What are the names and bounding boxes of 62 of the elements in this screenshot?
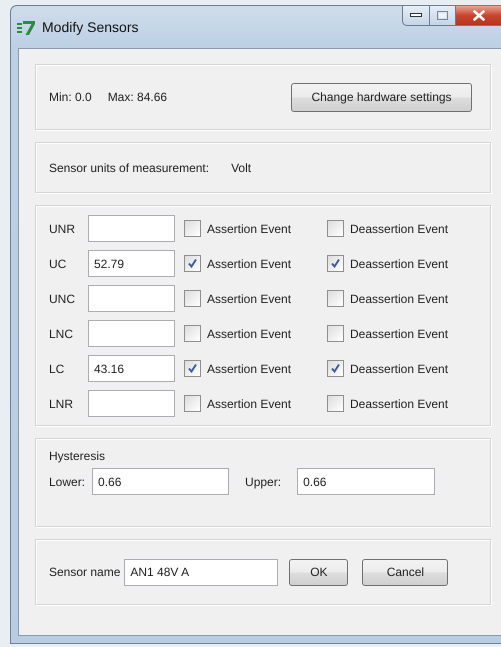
ok-button[interactable]: OK: [289, 558, 348, 586]
lower-label: Lower:: [49, 474, 86, 488]
threshold-input-field[interactable]: 52.79: [88, 250, 175, 277]
sensor-name-field[interactable]: AN1 48V A: [124, 558, 278, 586]
checkbox[interactable]: [184, 395, 201, 412]
checked-checkbox[interactable]: [327, 255, 344, 272]
checkbox-label: Assertion Event: [207, 396, 292, 410]
minimize-icon: [410, 13, 422, 18]
close-icon: [472, 10, 484, 21]
checkbox-label: Assertion Event: [207, 222, 292, 236]
checkbox-label: Deassertion Event: [350, 292, 448, 306]
units-value: Volt: [231, 160, 252, 174]
cancel-button[interactable]: Cancel: [362, 558, 448, 586]
maximize-icon: [437, 11, 448, 20]
checkbox-label: Deassertion Event: [350, 326, 448, 340]
min-value-text: Min: 0.0: [49, 90, 92, 104]
checkbox[interactable]: [184, 325, 201, 342]
checkbox-label: Assertion Event: [207, 256, 292, 270]
threshold-label: LC: [49, 362, 66, 376]
checkbox-label: Deassertion Event: [350, 362, 448, 376]
app-logo-icon: [17, 20, 36, 34]
checkbox[interactable]: [184, 220, 201, 237]
checkbox-label: Assertion Event: [207, 292, 292, 306]
threshold-label: UNR: [49, 222, 76, 236]
close-button[interactable]: [456, 6, 501, 26]
lower-input-field[interactable]: 0.66: [92, 468, 230, 495]
minimize-button[interactable]: [402, 6, 430, 26]
checked-checkbox[interactable]: [184, 255, 201, 272]
checkbox-label: Assertion Event: [207, 326, 292, 340]
threshold-input-field[interactable]: [88, 390, 175, 417]
threshold-label: UNC: [49, 292, 76, 306]
hysteresis-title: Hysteresis: [49, 449, 106, 463]
upper-label: Upper:: [245, 474, 282, 488]
change-hardware-settings-button[interactable]: Change hardware settings: [291, 82, 472, 112]
threshold-input-field[interactable]: [88, 285, 175, 312]
sensor-name-label: Sensor name: [49, 565, 120, 579]
threshold-input-field[interactable]: [88, 215, 175, 242]
checkbox-label: Deassertion Event: [350, 222, 448, 236]
checkbox[interactable]: [327, 325, 344, 342]
check-icon: [187, 363, 198, 374]
checkbox[interactable]: [327, 290, 344, 307]
check-icon: [330, 258, 341, 269]
threshold-input-field[interactable]: 43.16: [88, 355, 175, 382]
checkbox[interactable]: [327, 220, 344, 237]
checkbox[interactable]: [327, 395, 344, 412]
units-label: Sensor units of measurement:: [49, 160, 210, 174]
maximize-button[interactable]: [430, 6, 456, 26]
checkbox-label: Deassertion Event: [350, 256, 448, 270]
upper-input-field[interactable]: 0.66: [297, 468, 436, 495]
max-value-text: Max: 84.66: [108, 90, 168, 104]
checked-checkbox[interactable]: [184, 360, 201, 377]
checkbox[interactable]: [184, 290, 201, 307]
check-icon: [330, 363, 341, 374]
checked-checkbox[interactable]: [327, 360, 344, 377]
checkbox-label: Deassertion Event: [350, 396, 448, 410]
threshold-label: LNC: [49, 326, 74, 340]
threshold-label: LNR: [49, 396, 74, 410]
threshold-input-field[interactable]: [88, 320, 175, 347]
threshold-label: UC: [49, 256, 68, 270]
checkbox-label: Assertion Event: [207, 362, 292, 376]
check-icon: [187, 258, 198, 269]
window-title: Modify Sensors: [42, 19, 138, 35]
